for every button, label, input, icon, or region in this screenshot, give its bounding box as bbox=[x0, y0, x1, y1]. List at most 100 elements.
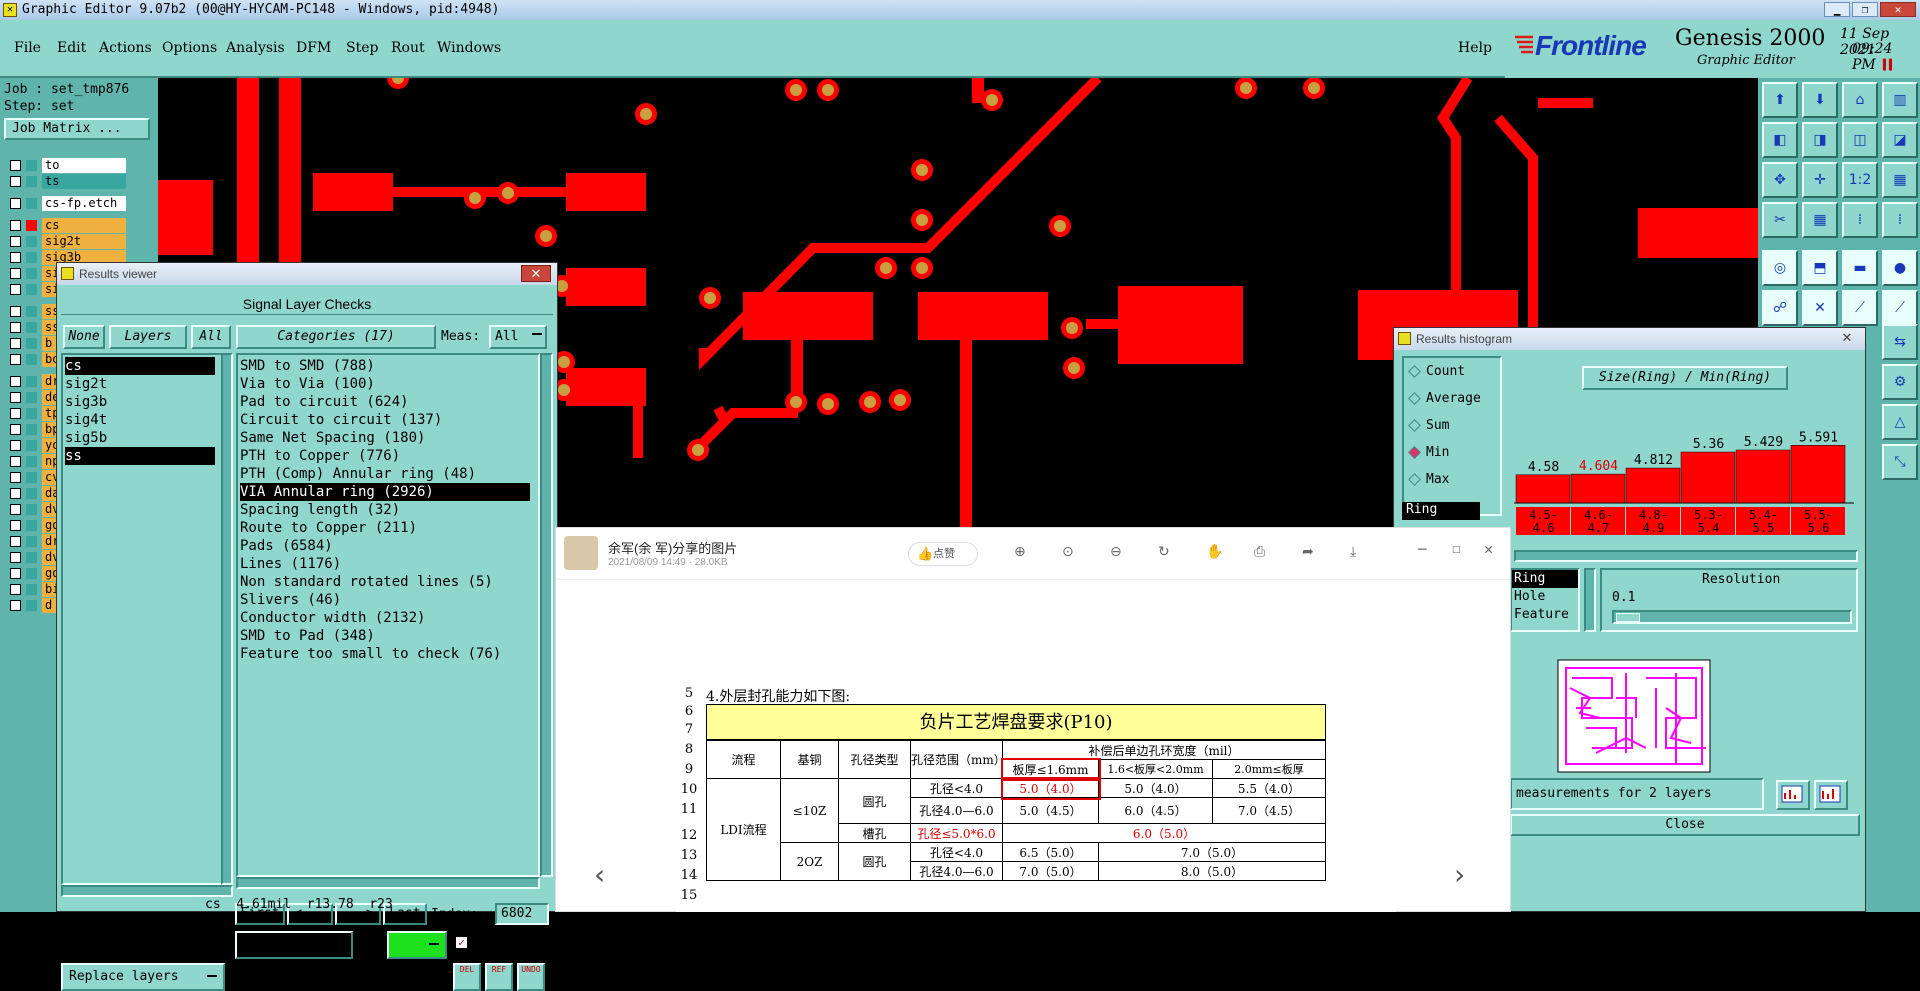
index-input[interactable]: 6802 bbox=[495, 903, 549, 925]
print-icon[interactable]: ⎙ bbox=[1254, 544, 1265, 560]
layer-color-swatch[interactable] bbox=[26, 392, 37, 403]
radio-diamond-icon[interactable] bbox=[1408, 446, 1421, 459]
layer-checkbox[interactable] bbox=[10, 252, 21, 263]
tool-button[interactable]: ⬒ bbox=[1802, 250, 1838, 286]
pause-icon[interactable]: ▌▌ bbox=[1883, 60, 1895, 71]
tool-button[interactable]: ✕ bbox=[1802, 290, 1838, 326]
tool-button[interactable]: ⁞ bbox=[1882, 202, 1918, 238]
tool-button[interactable]: 1:2 bbox=[1842, 162, 1878, 198]
layer-color-swatch[interactable] bbox=[26, 600, 37, 611]
histogram-bar[interactable] bbox=[1735, 449, 1791, 504]
zoom-out-icon[interactable]: ⊖ bbox=[1110, 544, 1122, 560]
attr-item[interactable]: Ring bbox=[1512, 570, 1578, 588]
result-layer-item[interactable]: ss bbox=[65, 447, 215, 465]
actual-size-icon[interactable]: ⊙ bbox=[1062, 544, 1074, 560]
menu-windows[interactable]: Windows bbox=[437, 40, 501, 56]
category-item[interactable]: Lines (1176) bbox=[240, 555, 530, 573]
layer-scrollbar[interactable] bbox=[221, 353, 233, 885]
layer-checkbox[interactable] bbox=[10, 354, 21, 365]
histogram-bar[interactable] bbox=[1680, 451, 1736, 504]
graph-button-2[interactable] bbox=[1814, 780, 1848, 810]
tool-button[interactable]: ☍ bbox=[1762, 290, 1798, 326]
layer-checkbox[interactable] bbox=[10, 198, 21, 209]
layer-checkbox[interactable] bbox=[10, 268, 21, 279]
layer-color-swatch[interactable] bbox=[26, 322, 37, 333]
layer-color-swatch[interactable] bbox=[26, 376, 37, 387]
result-layer-item[interactable]: sig3b bbox=[65, 393, 215, 411]
layer-checkbox[interactable] bbox=[10, 584, 21, 595]
histogram-option[interactable]: Average bbox=[1404, 385, 1500, 412]
share-icon[interactable]: ➦ bbox=[1302, 544, 1314, 560]
category-item[interactable]: Feature too small to check (76) bbox=[240, 645, 530, 663]
tool-button[interactable]: ▦ bbox=[1802, 202, 1838, 238]
tool-button[interactable]: ▥ bbox=[1882, 82, 1918, 118]
tool-button[interactable]: ⤡ bbox=[1882, 444, 1918, 480]
tool-button[interactable]: ▦ bbox=[1882, 162, 1918, 198]
sv-color-dropdown[interactable] bbox=[387, 931, 447, 959]
categories-button[interactable]: Categories (17) bbox=[236, 325, 436, 349]
layer-color-swatch[interactable] bbox=[26, 198, 37, 209]
layer-checkbox[interactable] bbox=[10, 424, 21, 435]
histogram-close-icon[interactable]: ✕ bbox=[1832, 330, 1862, 347]
rotate-icon[interactable]: ↻ bbox=[1158, 544, 1170, 560]
layer-color-swatch[interactable] bbox=[26, 220, 37, 231]
histogram-hscrollbar[interactable] bbox=[1514, 550, 1858, 562]
layer-checkbox[interactable] bbox=[10, 408, 21, 419]
category-item[interactable]: Pads (6584) bbox=[240, 537, 530, 555]
layer-checkbox[interactable] bbox=[10, 322, 21, 333]
tool-button[interactable]: ⁞ bbox=[1842, 202, 1878, 238]
result-layer-item[interactable]: sig2t bbox=[65, 375, 215, 393]
layer-color-swatch[interactable] bbox=[26, 160, 37, 171]
auto-zoom-dropdown[interactable]: Auto Zoom bbox=[235, 931, 353, 959]
layer-checkbox[interactable] bbox=[10, 284, 21, 295]
tool-button[interactable]: ⬇ bbox=[1802, 82, 1838, 118]
tool-button[interactable]: △ bbox=[1882, 404, 1918, 440]
layer-checkbox[interactable] bbox=[10, 536, 21, 547]
attr-scrollbar[interactable] bbox=[1584, 568, 1596, 632]
layer-checkbox[interactable] bbox=[10, 472, 21, 483]
layer-checkbox[interactable] bbox=[10, 306, 21, 317]
graph-button-1[interactable] bbox=[1776, 780, 1810, 810]
category-item[interactable]: Route to Copper (211) bbox=[240, 519, 530, 537]
histogram-bar[interactable] bbox=[1625, 467, 1681, 504]
layer-checkbox[interactable] bbox=[10, 440, 21, 451]
layer-checkbox[interactable] bbox=[10, 376, 21, 387]
layer-listbox[interactable]: cs sig2t sig3b sig4t sig5b ss bbox=[61, 353, 227, 885]
menu-actions[interactable]: Actions bbox=[99, 40, 152, 56]
histogram-bar[interactable] bbox=[1570, 473, 1626, 504]
layer-color-swatch[interactable] bbox=[26, 252, 37, 263]
histogram-bar[interactable] bbox=[1515, 474, 1571, 504]
tool-button[interactable]: ⟋ bbox=[1842, 290, 1878, 326]
zoom-in-icon[interactable]: ⊕ bbox=[1014, 544, 1026, 560]
category-item[interactable]: Same Net Spacing (180) bbox=[240, 429, 530, 447]
layer-color-swatch[interactable] bbox=[26, 488, 37, 499]
layer-checkbox[interactable] bbox=[10, 160, 21, 171]
layer-checkbox[interactable] bbox=[10, 236, 21, 247]
layer-color-swatch[interactable] bbox=[26, 268, 37, 279]
menu-edit[interactable]: Edit bbox=[57, 40, 86, 56]
resolution-slider[interactable] bbox=[1612, 610, 1852, 624]
tool-button[interactable]: ▬ bbox=[1842, 250, 1878, 286]
close-button[interactable]: Close bbox=[1510, 814, 1860, 836]
tool-button[interactable]: ⟋ bbox=[1882, 290, 1918, 326]
ref-button[interactable]: REF bbox=[485, 963, 513, 991]
result-layer-item[interactable]: sig5b bbox=[65, 429, 215, 447]
categories-hscrollbar[interactable] bbox=[236, 877, 540, 889]
layer-checkbox[interactable] bbox=[10, 220, 21, 231]
tool-button[interactable]: ⇆ bbox=[1882, 324, 1918, 360]
del-button[interactable]: DEL bbox=[453, 963, 481, 991]
meas-dropdown[interactable]: All bbox=[489, 325, 547, 349]
layer-color-swatch[interactable] bbox=[26, 176, 37, 187]
menu-help[interactable]: Help bbox=[1458, 40, 1492, 56]
layer-color-swatch[interactable] bbox=[26, 306, 37, 317]
tool-button[interactable]: ● bbox=[1882, 250, 1918, 286]
layer-color-swatch[interactable] bbox=[26, 440, 37, 451]
layer-color-swatch[interactable] bbox=[26, 472, 37, 483]
histogram-option[interactable]: Count bbox=[1404, 358, 1500, 385]
layer-color-swatch[interactable] bbox=[26, 284, 37, 295]
layer-color-swatch[interactable] bbox=[26, 568, 37, 579]
menu-options[interactable]: Options bbox=[162, 40, 217, 56]
category-item[interactable]: Non standard rotated lines (5) bbox=[240, 573, 530, 591]
layer-checkbox[interactable] bbox=[10, 520, 21, 531]
category-item[interactable]: Pad to circuit (624) bbox=[240, 393, 530, 411]
